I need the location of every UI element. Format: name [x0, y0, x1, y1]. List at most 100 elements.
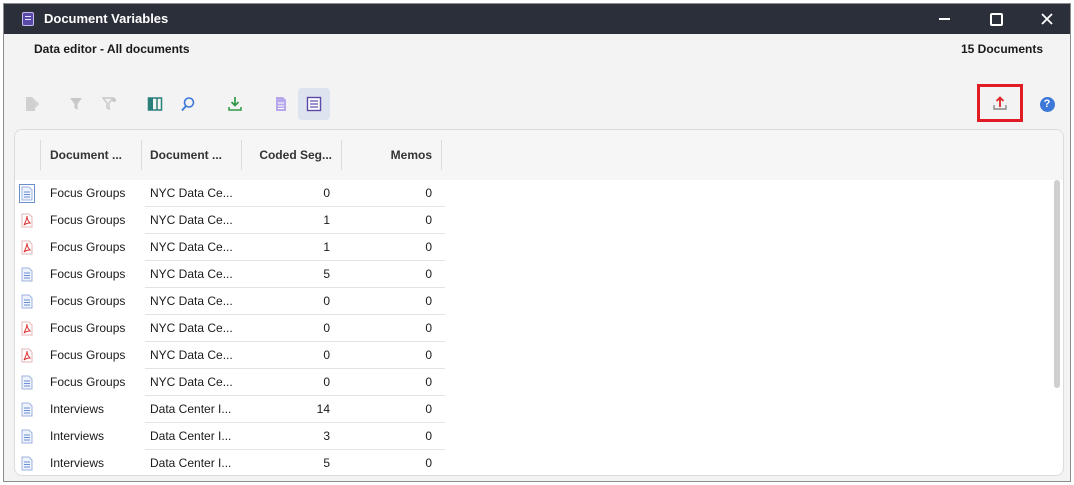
- column-header-document-name[interactable]: Document ...: [50, 140, 140, 170]
- cell-memos[interactable]: 0: [350, 342, 440, 369]
- table-row[interactable]: Focus Groups NYC Data Ce... 0 0: [15, 288, 445, 315]
- cell-coded-segments[interactable]: 5: [250, 261, 340, 288]
- cell-document-name[interactable]: Focus Groups: [50, 342, 142, 369]
- cell-coded-segments[interactable]: 14: [250, 396, 340, 423]
- filter-button[interactable]: [60, 88, 92, 120]
- cell-memos[interactable]: 0: [350, 180, 440, 207]
- close-button[interactable]: [1022, 4, 1070, 34]
- cell-coded-segments[interactable]: 3: [250, 423, 340, 450]
- table-header: Document ... Document ... Coded Seg... M…: [15, 130, 1063, 180]
- cell-document-group[interactable]: NYC Data Ce...: [150, 315, 242, 342]
- cell-memos[interactable]: 0: [350, 315, 440, 342]
- cell-document-name[interactable]: Interviews: [50, 396, 142, 423]
- data-grid: Document ... Document ... Coded Seg... M…: [14, 129, 1064, 476]
- column-header-coded-segments[interactable]: Coded Seg...: [250, 140, 340, 170]
- cell-memos[interactable]: 0: [350, 369, 440, 396]
- cell-document-group[interactable]: NYC Data Ce...: [150, 234, 242, 261]
- cell-coded-segments[interactable]: 1: [250, 207, 340, 234]
- cell-document-name[interactable]: Focus Groups: [50, 369, 142, 396]
- text-document-icon: [21, 294, 33, 309]
- cell-document-group[interactable]: NYC Data Ce...: [150, 288, 242, 315]
- cell-memos[interactable]: 0: [350, 288, 440, 315]
- header-separator: [40, 140, 41, 170]
- pdf-document-icon: [21, 348, 33, 363]
- cell-document-name[interactable]: Interviews: [50, 423, 142, 450]
- import-button[interactable]: [219, 88, 251, 120]
- header-separator: [241, 140, 242, 170]
- cell-document-group[interactable]: Data Center I...: [150, 396, 242, 423]
- header-separator: [141, 140, 142, 170]
- document-variables-window: Document Variables Data editor - All doc…: [3, 3, 1071, 482]
- cell-document-name[interactable]: Focus Groups: [50, 288, 142, 315]
- help-button[interactable]: ?: [1031, 88, 1063, 120]
- cell-document-group[interactable]: Data Center I...: [150, 450, 242, 475]
- cell-coded-segments[interactable]: 0: [250, 288, 340, 315]
- cell-document-name[interactable]: Focus Groups: [50, 180, 142, 207]
- app-icon: [22, 12, 34, 26]
- cell-memos[interactable]: 0: [350, 261, 440, 288]
- header-separator: [341, 140, 342, 170]
- cell-document-name[interactable]: Focus Groups: [50, 234, 142, 261]
- import-icon: [228, 97, 242, 111]
- text-document-icon: [21, 429, 33, 444]
- cell-document-group[interactable]: NYC Data Ce...: [150, 180, 242, 207]
- table-row[interactable]: Focus Groups NYC Data Ce... 0 0: [15, 180, 445, 207]
- document-count: 15 Documents: [960, 42, 1043, 56]
- cell-document-name[interactable]: Focus Groups: [50, 315, 142, 342]
- text-document-icon: [21, 402, 33, 417]
- cell-memos[interactable]: 0: [350, 396, 440, 423]
- cell-memos[interactable]: 0: [350, 450, 440, 475]
- minimize-icon: [938, 18, 950, 20]
- pdf-document-icon: [21, 321, 33, 336]
- cell-memos[interactable]: 0: [350, 423, 440, 450]
- export-doc-icon: [26, 97, 39, 111]
- document-button[interactable]: [265, 88, 297, 120]
- table-row[interactable]: Focus Groups NYC Data Ce... 1 0: [15, 207, 445, 234]
- cell-memos[interactable]: 0: [350, 234, 440, 261]
- table-row[interactable]: Interviews Data Center I... 5 0: [15, 450, 445, 475]
- cell-document-name[interactable]: Focus Groups: [50, 207, 142, 234]
- cell-memos[interactable]: 0: [350, 207, 440, 234]
- maximize-button[interactable]: [971, 4, 1021, 34]
- header-separator: [441, 140, 442, 170]
- table-row[interactable]: Interviews Data Center I... 14 0: [15, 396, 445, 423]
- cell-coded-segments[interactable]: 5: [250, 450, 340, 475]
- table-row[interactable]: Focus Groups NYC Data Ce... 5 0: [15, 261, 445, 288]
- table-row[interactable]: Interviews Data Center I... 3 0: [15, 423, 445, 450]
- help-icon: ?: [1039, 96, 1055, 112]
- columns-button[interactable]: [139, 88, 171, 120]
- columns-icon: [147, 97, 163, 111]
- minimize-button[interactable]: [919, 4, 969, 34]
- table-row[interactable]: Focus Groups NYC Data Ce... 0 0: [15, 315, 445, 342]
- cell-coded-segments[interactable]: 0: [250, 315, 340, 342]
- cell-document-name[interactable]: Interviews: [50, 450, 142, 475]
- maximize-icon: [989, 12, 1003, 26]
- text-document-icon: [21, 456, 33, 471]
- export-doc-button[interactable]: [15, 88, 47, 120]
- filter-variable-button[interactable]: [93, 88, 125, 120]
- cell-document-name[interactable]: Focus Groups: [50, 261, 142, 288]
- table-row[interactable]: Focus Groups NYC Data Ce... 1 0: [15, 234, 445, 261]
- cell-document-group[interactable]: NYC Data Ce...: [150, 369, 242, 396]
- table-row[interactable]: Focus Groups NYC Data Ce... 0 0: [15, 369, 445, 396]
- cell-document-group[interactable]: NYC Data Ce...: [150, 207, 242, 234]
- table-row[interactable]: Focus Groups NYC Data Ce... 0 0: [15, 342, 445, 369]
- column-header-memos[interactable]: Memos: [350, 140, 440, 170]
- cell-document-group[interactable]: NYC Data Ce...: [150, 342, 242, 369]
- doc-icon: [276, 97, 286, 111]
- search-button[interactable]: [172, 88, 204, 120]
- cell-coded-segments[interactable]: 1: [250, 234, 340, 261]
- page-subtitle: Data editor - All documents: [34, 42, 190, 56]
- cell-document-group[interactable]: NYC Data Ce...: [150, 261, 242, 288]
- filter-icon: [70, 98, 82, 110]
- cell-document-group[interactable]: Data Center I...: [150, 423, 242, 450]
- column-header-document-group[interactable]: Document ...: [150, 140, 240, 170]
- cell-coded-segments[interactable]: 0: [250, 369, 340, 396]
- upload-button[interactable]: [977, 84, 1023, 122]
- list-view-button[interactable]: [298, 88, 330, 120]
- window-title: Document Variables: [44, 11, 169, 26]
- vertical-scrollbar[interactable]: [1054, 180, 1060, 388]
- search-icon: [181, 97, 195, 112]
- cell-coded-segments[interactable]: 0: [250, 180, 340, 207]
- cell-coded-segments[interactable]: 0: [250, 342, 340, 369]
